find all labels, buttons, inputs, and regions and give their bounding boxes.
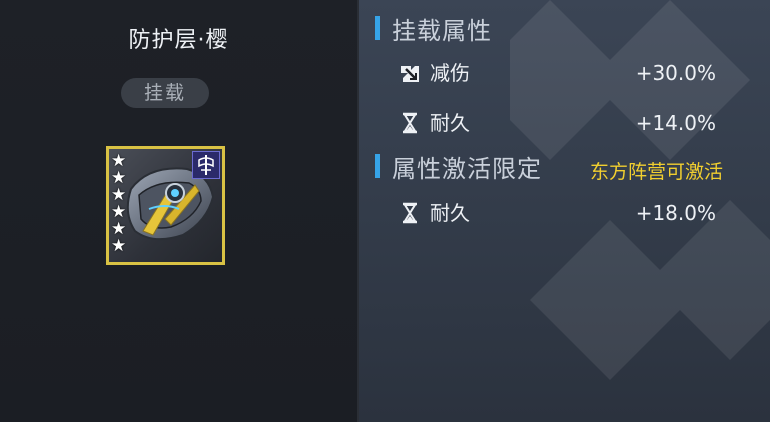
section-title: 挂载属性: [392, 16, 492, 45]
section-marker: [375, 16, 380, 40]
stat-value: +30.0%: [635, 61, 716, 85]
stat-value: +18.0%: [635, 201, 716, 225]
stat-name: 减伤: [430, 61, 470, 85]
item-name: 防护层·樱: [128, 28, 229, 53]
faction-emblem-icon: [192, 151, 220, 179]
damage-reduction-icon: [401, 66, 419, 82]
star-rating: ★ ★ ★ ★ ★ ★: [111, 153, 131, 255]
stat-name: 耐久: [430, 201, 470, 225]
stat-row-damage-reduction: 减伤 +30.0%: [398, 58, 728, 88]
star-icon: ★: [111, 236, 127, 256]
item-icon-card[interactable]: ★ ★ ★ ★ ★ ★: [106, 146, 225, 265]
hourglass-icon: [403, 202, 417, 224]
equip-status-badge[interactable]: 挂载: [121, 78, 209, 108]
stat-name: 耐久: [430, 111, 470, 135]
stat-value: +14.0%: [635, 111, 716, 135]
stat-row-durability-restricted: 耐久 +18.0%: [398, 198, 728, 228]
stat-row-durability: 耐久 +14.0%: [398, 108, 728, 138]
activation-condition: 东方阵营可激活: [590, 161, 724, 183]
section-title: 属性激活限定: [392, 154, 542, 183]
section-equip-attributes-header: 挂载属性: [375, 12, 492, 45]
section-restricted-attributes-header: 属性激活限定: [375, 150, 542, 183]
section-marker: [375, 154, 380, 178]
hourglass-icon: [403, 112, 417, 134]
